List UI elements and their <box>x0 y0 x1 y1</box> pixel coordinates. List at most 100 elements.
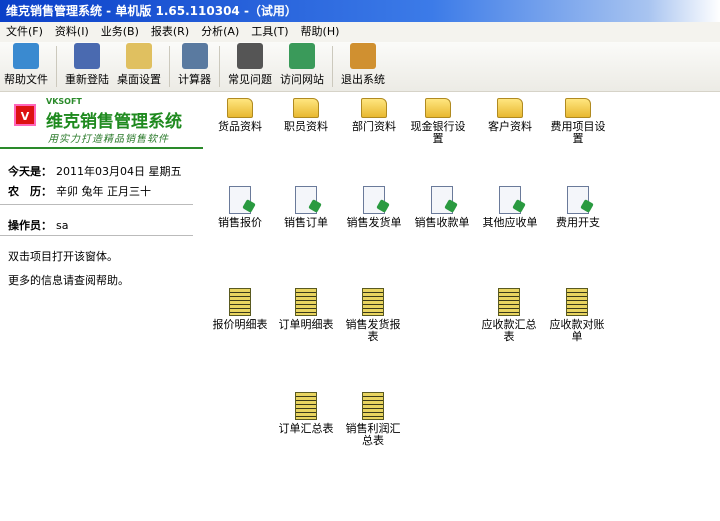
desktop-settings-button[interactable]: 桌面设置 <box>113 42 165 90</box>
menu-bar: 文件(F) 资料(I) 业务(B) 报表(R) 分析(A) 工具(T) 帮助(H… <box>0 22 720 42</box>
document-icon <box>363 186 385 214</box>
report-icon <box>566 288 588 316</box>
item-label: 客户资料 <box>488 120 532 133</box>
computer-icon <box>74 43 100 69</box>
item-label: 报价明细表 <box>212 318 268 331</box>
item-sales-order[interactable]: 销售订单 <box>270 186 342 229</box>
document-icon <box>499 186 521 214</box>
desktop-icon <box>126 43 152 69</box>
lunar-value: 辛卯 兔年 正月三十 <box>56 185 151 198</box>
divider <box>0 147 203 149</box>
lunar-row: 农 历： 辛卯 兔年 正月三十 <box>8 183 151 199</box>
item-staff[interactable]: 职员资料 <box>270 98 342 133</box>
item-order-summary[interactable]: 订单汇总表 <box>270 392 342 435</box>
item-expense-items[interactable]: 费用项目设置 <box>546 98 610 145</box>
exit-icon <box>350 43 376 69</box>
button-label: 桌面设置 <box>117 73 161 86</box>
item-goods[interactable]: 货品资料 <box>204 98 276 133</box>
calculator-icon <box>181 43 208 69</box>
item-profit-summary[interactable]: 销售利润汇总表 <box>342 392 404 447</box>
exit-button[interactable]: 退出系统 <box>337 42 389 90</box>
menu-analysis[interactable]: 分析(A) <box>195 22 245 42</box>
today-label: 今天是： <box>8 165 52 178</box>
folder-icon <box>497 98 523 118</box>
hint-2: 更多的信息请查阅帮助。 <box>8 274 129 287</box>
item-receivable-summary[interactable]: 应收款汇总表 <box>478 288 540 343</box>
document-icon <box>229 186 251 214</box>
item-quote-detail[interactable]: 报价明细表 <box>204 288 276 331</box>
item-order-detail[interactable]: 订单明细表 <box>270 288 342 331</box>
menu-reports[interactable]: 报表(R) <box>145 22 195 42</box>
operator-label: 操作员： <box>8 219 52 232</box>
button-label: 帮助文件 <box>4 73 48 86</box>
item-label: 职员资料 <box>284 120 328 133</box>
globe-icon <box>289 43 315 69</box>
item-label: 其他应收单 <box>482 216 538 229</box>
item-expense[interactable]: 费用开支 <box>542 186 614 229</box>
button-label: 退出系统 <box>341 73 385 86</box>
item-label: 费用开支 <box>556 216 600 229</box>
item-label: 销售收款单 <box>414 216 470 229</box>
today-value: 2011年03月04日 星期五 <box>56 165 182 178</box>
lunar-label: 农 历： <box>8 185 52 198</box>
toolbar-separator <box>169 46 170 87</box>
today-row: 今天是： 2011年03月04日 星期五 <box>8 163 182 179</box>
brand-slogan: 用实力打造精品销售软件 <box>48 134 169 145</box>
window-title: 维克销售管理系统 - 单机版 1.65.110304 -（试用） <box>6 4 297 18</box>
item-label: 费用项目设置 <box>550 120 606 145</box>
operator-row: 操作员： sa <box>8 217 68 233</box>
toolbar-separator <box>56 46 57 87</box>
toolbar-separator <box>332 46 333 87</box>
toolbar-separator <box>219 46 220 87</box>
item-label: 订单明细表 <box>278 318 334 331</box>
item-label: 销售发货单 <box>346 216 402 229</box>
item-sales-receipt[interactable]: 销售收款单 <box>406 186 478 229</box>
item-label: 销售订单 <box>284 216 328 229</box>
report-icon <box>295 392 317 420</box>
faq-button[interactable]: 常见问题 <box>224 42 276 90</box>
item-receivable-statement[interactable]: 应收款对账单 <box>546 288 608 343</box>
report-icon <box>362 392 384 420</box>
menu-tools[interactable]: 工具(T) <box>245 22 294 42</box>
item-label: 货品资料 <box>218 120 262 133</box>
help-file-button[interactable]: 帮助文件 <box>0 42 52 90</box>
item-sales-delivery[interactable]: 销售发货单 <box>338 186 410 229</box>
item-label: 应收款汇总表 <box>481 318 537 343</box>
folder-icon <box>425 98 451 118</box>
title-bar: 维克销售管理系统 - 单机版 1.65.110304 -（试用） <box>0 0 720 22</box>
item-cash-bank[interactable]: 现金银行设置 <box>406 98 470 145</box>
relogin-button[interactable]: 重新登陆 <box>61 42 113 90</box>
calculator-button[interactable]: 计算器 <box>174 42 215 90</box>
menu-file[interactable]: 文件(F) <box>0 22 49 42</box>
visit-website-button[interactable]: 访问网站 <box>276 42 328 90</box>
button-label: 访问网站 <box>280 73 324 86</box>
report-icon <box>498 288 520 316</box>
divider <box>0 204 193 205</box>
item-customer[interactable]: 客户资料 <box>474 98 546 133</box>
item-delivery-report[interactable]: 销售发货报表 <box>342 288 404 343</box>
help-book-icon <box>13 43 39 69</box>
brand-vksoft: VKSOFT <box>46 97 82 106</box>
item-label: 销售报价 <box>218 216 262 229</box>
item-department[interactable]: 部门资料 <box>338 98 410 133</box>
menu-help[interactable]: 帮助(H) <box>295 22 346 42</box>
item-label: 销售发货报表 <box>345 318 401 343</box>
folder-icon <box>361 98 387 118</box>
divider <box>0 235 193 236</box>
report-icon <box>295 288 317 316</box>
menu-business[interactable]: 业务(B) <box>95 22 145 42</box>
button-label: 计算器 <box>178 73 211 86</box>
item-label: 现金银行设置 <box>410 120 466 145</box>
info-panel: V VKSOFT 维克销售管理系统 用实力打造精品销售软件 今天是： 2011年0… <box>0 92 205 521</box>
item-label: 应收款对账单 <box>549 318 605 343</box>
menu-data[interactable]: 资料(I) <box>49 22 95 42</box>
item-label: 部门资料 <box>352 120 396 133</box>
brand-logo: V <box>14 104 36 126</box>
document-icon <box>567 186 589 214</box>
item-other-receivable[interactable]: 其他应收单 <box>474 186 546 229</box>
brand-name: 维克销售管理系统 <box>46 112 182 132</box>
folder-icon <box>227 98 253 118</box>
folder-icon <box>293 98 319 118</box>
item-sales-quote[interactable]: 销售报价 <box>204 186 276 229</box>
document-icon <box>295 186 317 214</box>
